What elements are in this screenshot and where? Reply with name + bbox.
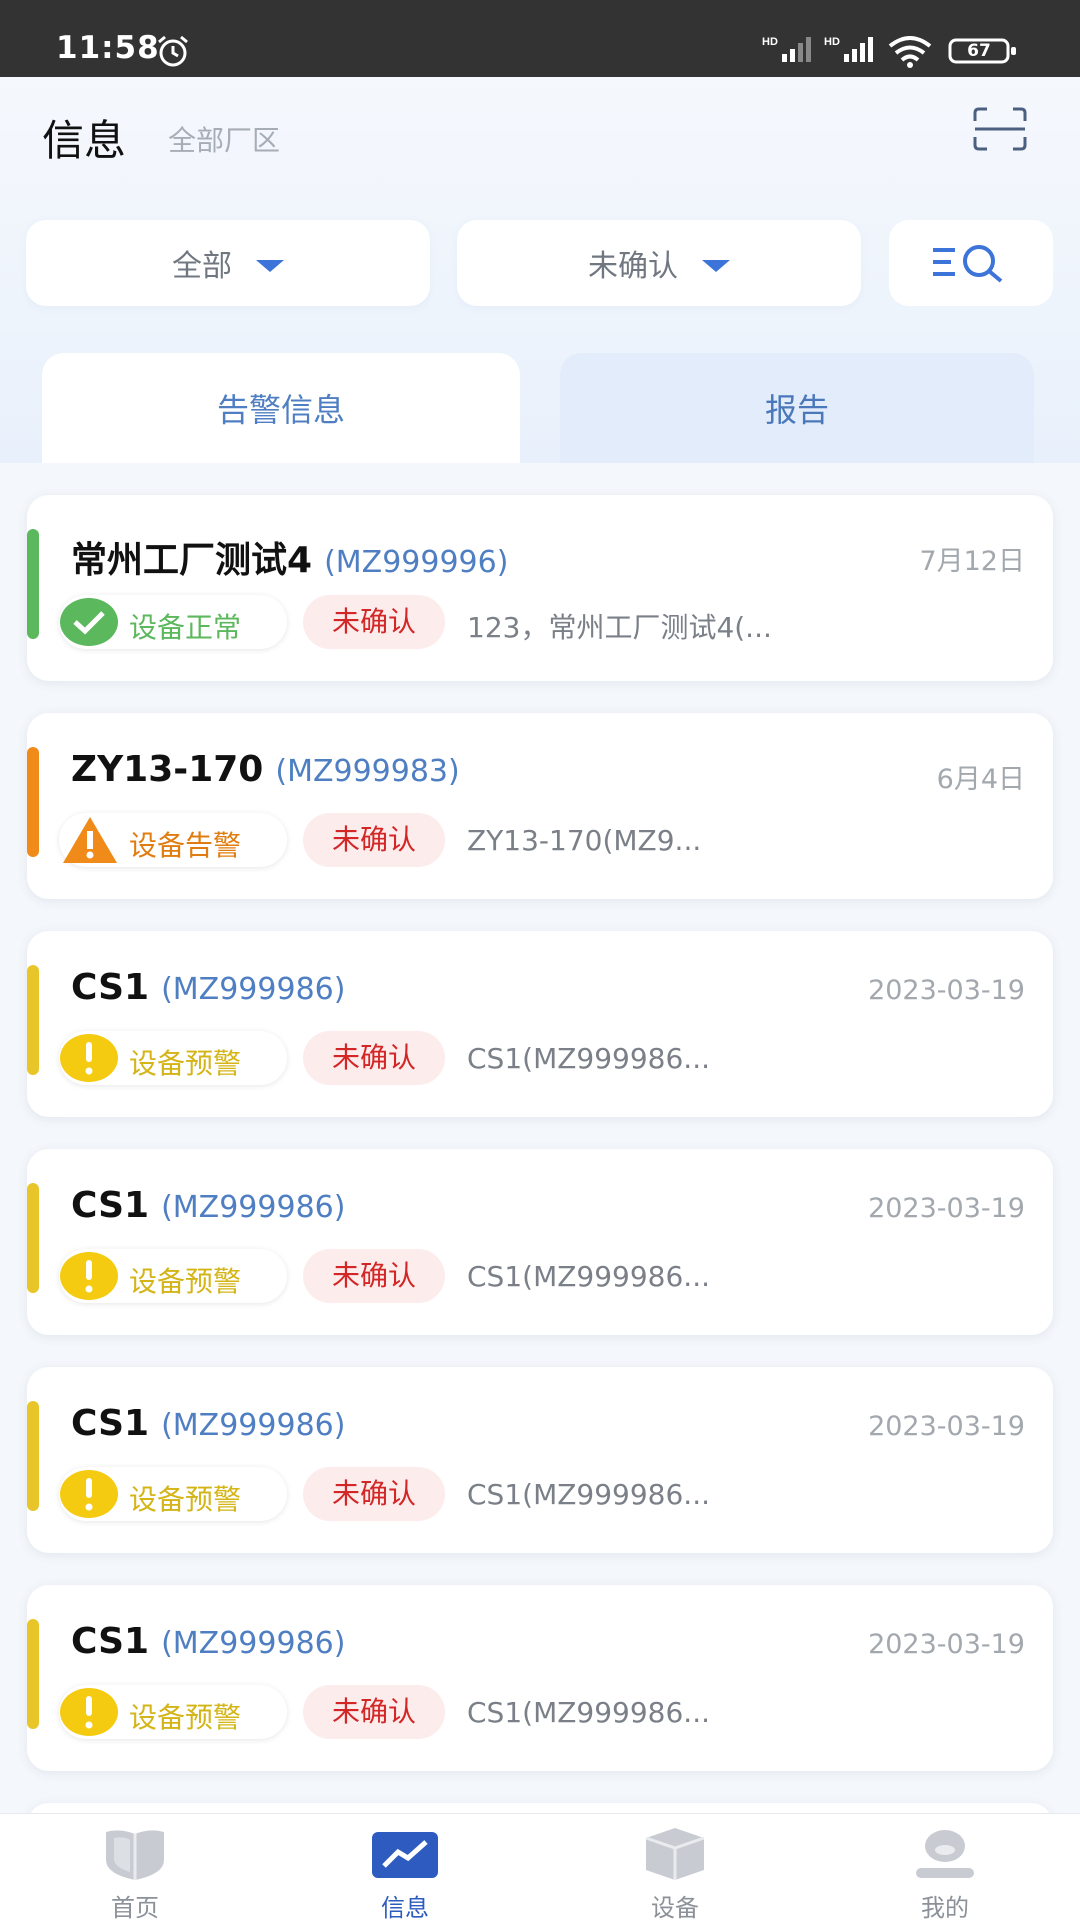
type-filter-label: 全部 bbox=[172, 249, 232, 284]
exclamation-circle-icon bbox=[60, 1034, 118, 1082]
nav-item-home[interactable]: 首页 bbox=[0, 1814, 270, 1920]
status-badge: 设备告警 bbox=[59, 813, 287, 867]
list-search-icon bbox=[933, 245, 1003, 283]
alarm-description: ZY13-170(MZ9... bbox=[467, 824, 702, 857]
confirm-filter-dropdown[interactable]: 未确认 bbox=[457, 220, 861, 306]
alarm-date: 2023-03-19 bbox=[868, 1629, 1025, 1660]
nav-label-mine: 我的 bbox=[921, 1894, 969, 1920]
status-color-bar bbox=[27, 965, 39, 1075]
status-color-bar bbox=[27, 529, 39, 639]
alarm-clock-icon bbox=[158, 35, 188, 67]
confirm-filter-label: 未确认 bbox=[588, 249, 678, 284]
alarm-date: 2023-03-19 bbox=[868, 1411, 1025, 1442]
exclamation-circle-icon bbox=[60, 1252, 118, 1300]
unconfirmed-badge: 未确认 bbox=[303, 813, 445, 867]
status-color-bar bbox=[27, 1183, 39, 1293]
nav-item-info[interactable]: 信息 bbox=[270, 1814, 540, 1920]
battery-level: 67 bbox=[967, 41, 991, 61]
status-label: 设备正常 bbox=[129, 611, 242, 644]
type-filter-dropdown[interactable]: 全部 bbox=[26, 220, 430, 306]
nav-label-home: 首页 bbox=[111, 1894, 159, 1920]
status-label: 设备预警 bbox=[129, 1047, 242, 1080]
nav-item-device[interactable]: 设备 bbox=[540, 1814, 810, 1920]
status-badge: 设备预警 bbox=[59, 1467, 287, 1521]
svg-text:HD: HD bbox=[762, 36, 778, 48]
status-badge: 设备预警 bbox=[59, 1031, 287, 1085]
status-time: 11:58 bbox=[56, 30, 160, 66]
status-color-bar bbox=[27, 747, 39, 857]
unconfirmed-badge: 未确认 bbox=[303, 1031, 445, 1085]
alarm-card[interactable]: CS1 (MZ999986) 2023-03-19 设备预警 未确认 CS1(MZ… bbox=[27, 1367, 1053, 1553]
nav-item-mine[interactable]: 我的 bbox=[810, 1814, 1080, 1920]
alarm-card[interactable]: CS1 (MZ999986) 2023-03-19 设备预警 未确认 CS1(MZ… bbox=[27, 1149, 1053, 1335]
alarm-date: 2023-03-19 bbox=[868, 975, 1025, 1006]
page-title: 信息 bbox=[42, 116, 127, 165]
alarm-card[interactable]: ZY13-170 (MZ999983) 6月4日 设备告警 未确认 ZY13-17… bbox=[27, 713, 1053, 899]
filter-search-button[interactable] bbox=[889, 220, 1053, 306]
plant-area-selector[interactable]: 全部厂区 bbox=[168, 119, 280, 159]
profile-icon bbox=[916, 1830, 974, 1878]
battery-icon: 67 bbox=[948, 38, 1018, 64]
device-name: CS1 (MZ999986) bbox=[71, 1621, 346, 1662]
alarm-description: CS1(MZ999986... bbox=[467, 1478, 710, 1511]
unconfirmed-badge: 未确认 bbox=[303, 1249, 445, 1303]
home-shield-icon bbox=[106, 1830, 164, 1880]
device-code: (MZ999986) bbox=[161, 1408, 346, 1443]
device-name: ZY13-170 (MZ999983) bbox=[71, 749, 460, 790]
tab-report[interactable]: 报告 bbox=[560, 353, 1034, 463]
device-code: (MZ999986) bbox=[161, 1626, 346, 1661]
alarm-list: 常州工厂测试4 (MZ999996) 7月12日 设备正常 未确认 123，常州工… bbox=[0, 463, 1080, 1813]
alarm-description: 123，常州工厂测试4(... bbox=[467, 611, 772, 644]
device-code: (MZ999983) bbox=[275, 754, 460, 789]
status-label: 设备预警 bbox=[129, 1483, 242, 1516]
alarm-card[interactable]: 常州工厂测试4 (MZ999996) 7月12日 设备正常 未确认 123，常州工… bbox=[27, 495, 1053, 681]
exclamation-circle-icon bbox=[60, 1688, 118, 1736]
page-header: 信息 全部厂区 全部 未确认 告警信息 报告 bbox=[0, 77, 1080, 463]
check-circle-icon bbox=[60, 598, 118, 646]
device-box-icon bbox=[645, 1828, 705, 1880]
status-label: 设备告警 bbox=[129, 829, 242, 862]
system-status-bar: 11:58 HD HD 67 bbox=[0, 0, 1080, 77]
cell-signal-icon: HD bbox=[762, 36, 811, 62]
device-code: (MZ999996) bbox=[324, 545, 509, 580]
svg-text:HD: HD bbox=[824, 36, 840, 48]
alarm-date: 7月12日 bbox=[919, 546, 1025, 577]
nav-label-info: 信息 bbox=[381, 1894, 429, 1920]
alarm-date: 2023-03-19 bbox=[868, 1193, 1025, 1224]
device-name: CS1 (MZ999986) bbox=[71, 1185, 346, 1226]
status-color-bar bbox=[27, 1401, 39, 1511]
alarm-description: CS1(MZ999986... bbox=[467, 1042, 710, 1075]
bottom-navigation: 首页 信息 设备 我的 bbox=[0, 1813, 1080, 1920]
warning-triangle-icon bbox=[63, 817, 117, 863]
tab-alarm-info[interactable]: 告警信息 bbox=[42, 353, 520, 463]
nav-label-device: 设备 bbox=[651, 1894, 699, 1920]
info-chart-icon bbox=[372, 1832, 438, 1878]
status-badge: 设备预警 bbox=[59, 1685, 287, 1739]
alarm-description: CS1(MZ999986... bbox=[467, 1260, 710, 1293]
device-code: (MZ999986) bbox=[161, 1190, 346, 1225]
device-name: CS1 (MZ999986) bbox=[71, 1403, 346, 1444]
unconfirmed-badge: 未确认 bbox=[303, 1685, 445, 1739]
exclamation-circle-icon bbox=[60, 1470, 118, 1518]
unconfirmed-badge: 未确认 bbox=[303, 1467, 445, 1521]
status-color-bar bbox=[27, 1619, 39, 1729]
status-badge: 设备预警 bbox=[59, 1249, 287, 1303]
caret-down-icon bbox=[256, 260, 284, 272]
device-name: CS1 (MZ999986) bbox=[71, 967, 346, 1008]
alarm-description: CS1(MZ999986... bbox=[467, 1696, 710, 1729]
caret-down-icon bbox=[702, 260, 730, 272]
cell-signal-icon-2: HD bbox=[824, 36, 873, 62]
alarm-card-partial[interactable] bbox=[27, 1803, 1053, 1813]
scan-icon[interactable] bbox=[973, 107, 1027, 151]
device-name: 常州工厂测试4 (MZ999996) bbox=[71, 540, 509, 581]
alarm-card[interactable]: CS1 (MZ999986) 2023-03-19 设备预警 未确认 CS1(MZ… bbox=[27, 931, 1053, 1117]
status-label: 设备预警 bbox=[129, 1701, 242, 1734]
alarm-card[interactable]: CS1 (MZ999986) 2023-03-19 设备预警 未确认 CS1(MZ… bbox=[27, 1585, 1053, 1771]
unconfirmed-badge: 未确认 bbox=[303, 595, 445, 649]
wifi-icon bbox=[888, 36, 932, 68]
alarm-date: 6月4日 bbox=[936, 764, 1025, 795]
status-badge: 设备正常 bbox=[59, 595, 287, 649]
device-code: (MZ999986) bbox=[161, 972, 346, 1007]
status-label: 设备预警 bbox=[129, 1265, 242, 1298]
